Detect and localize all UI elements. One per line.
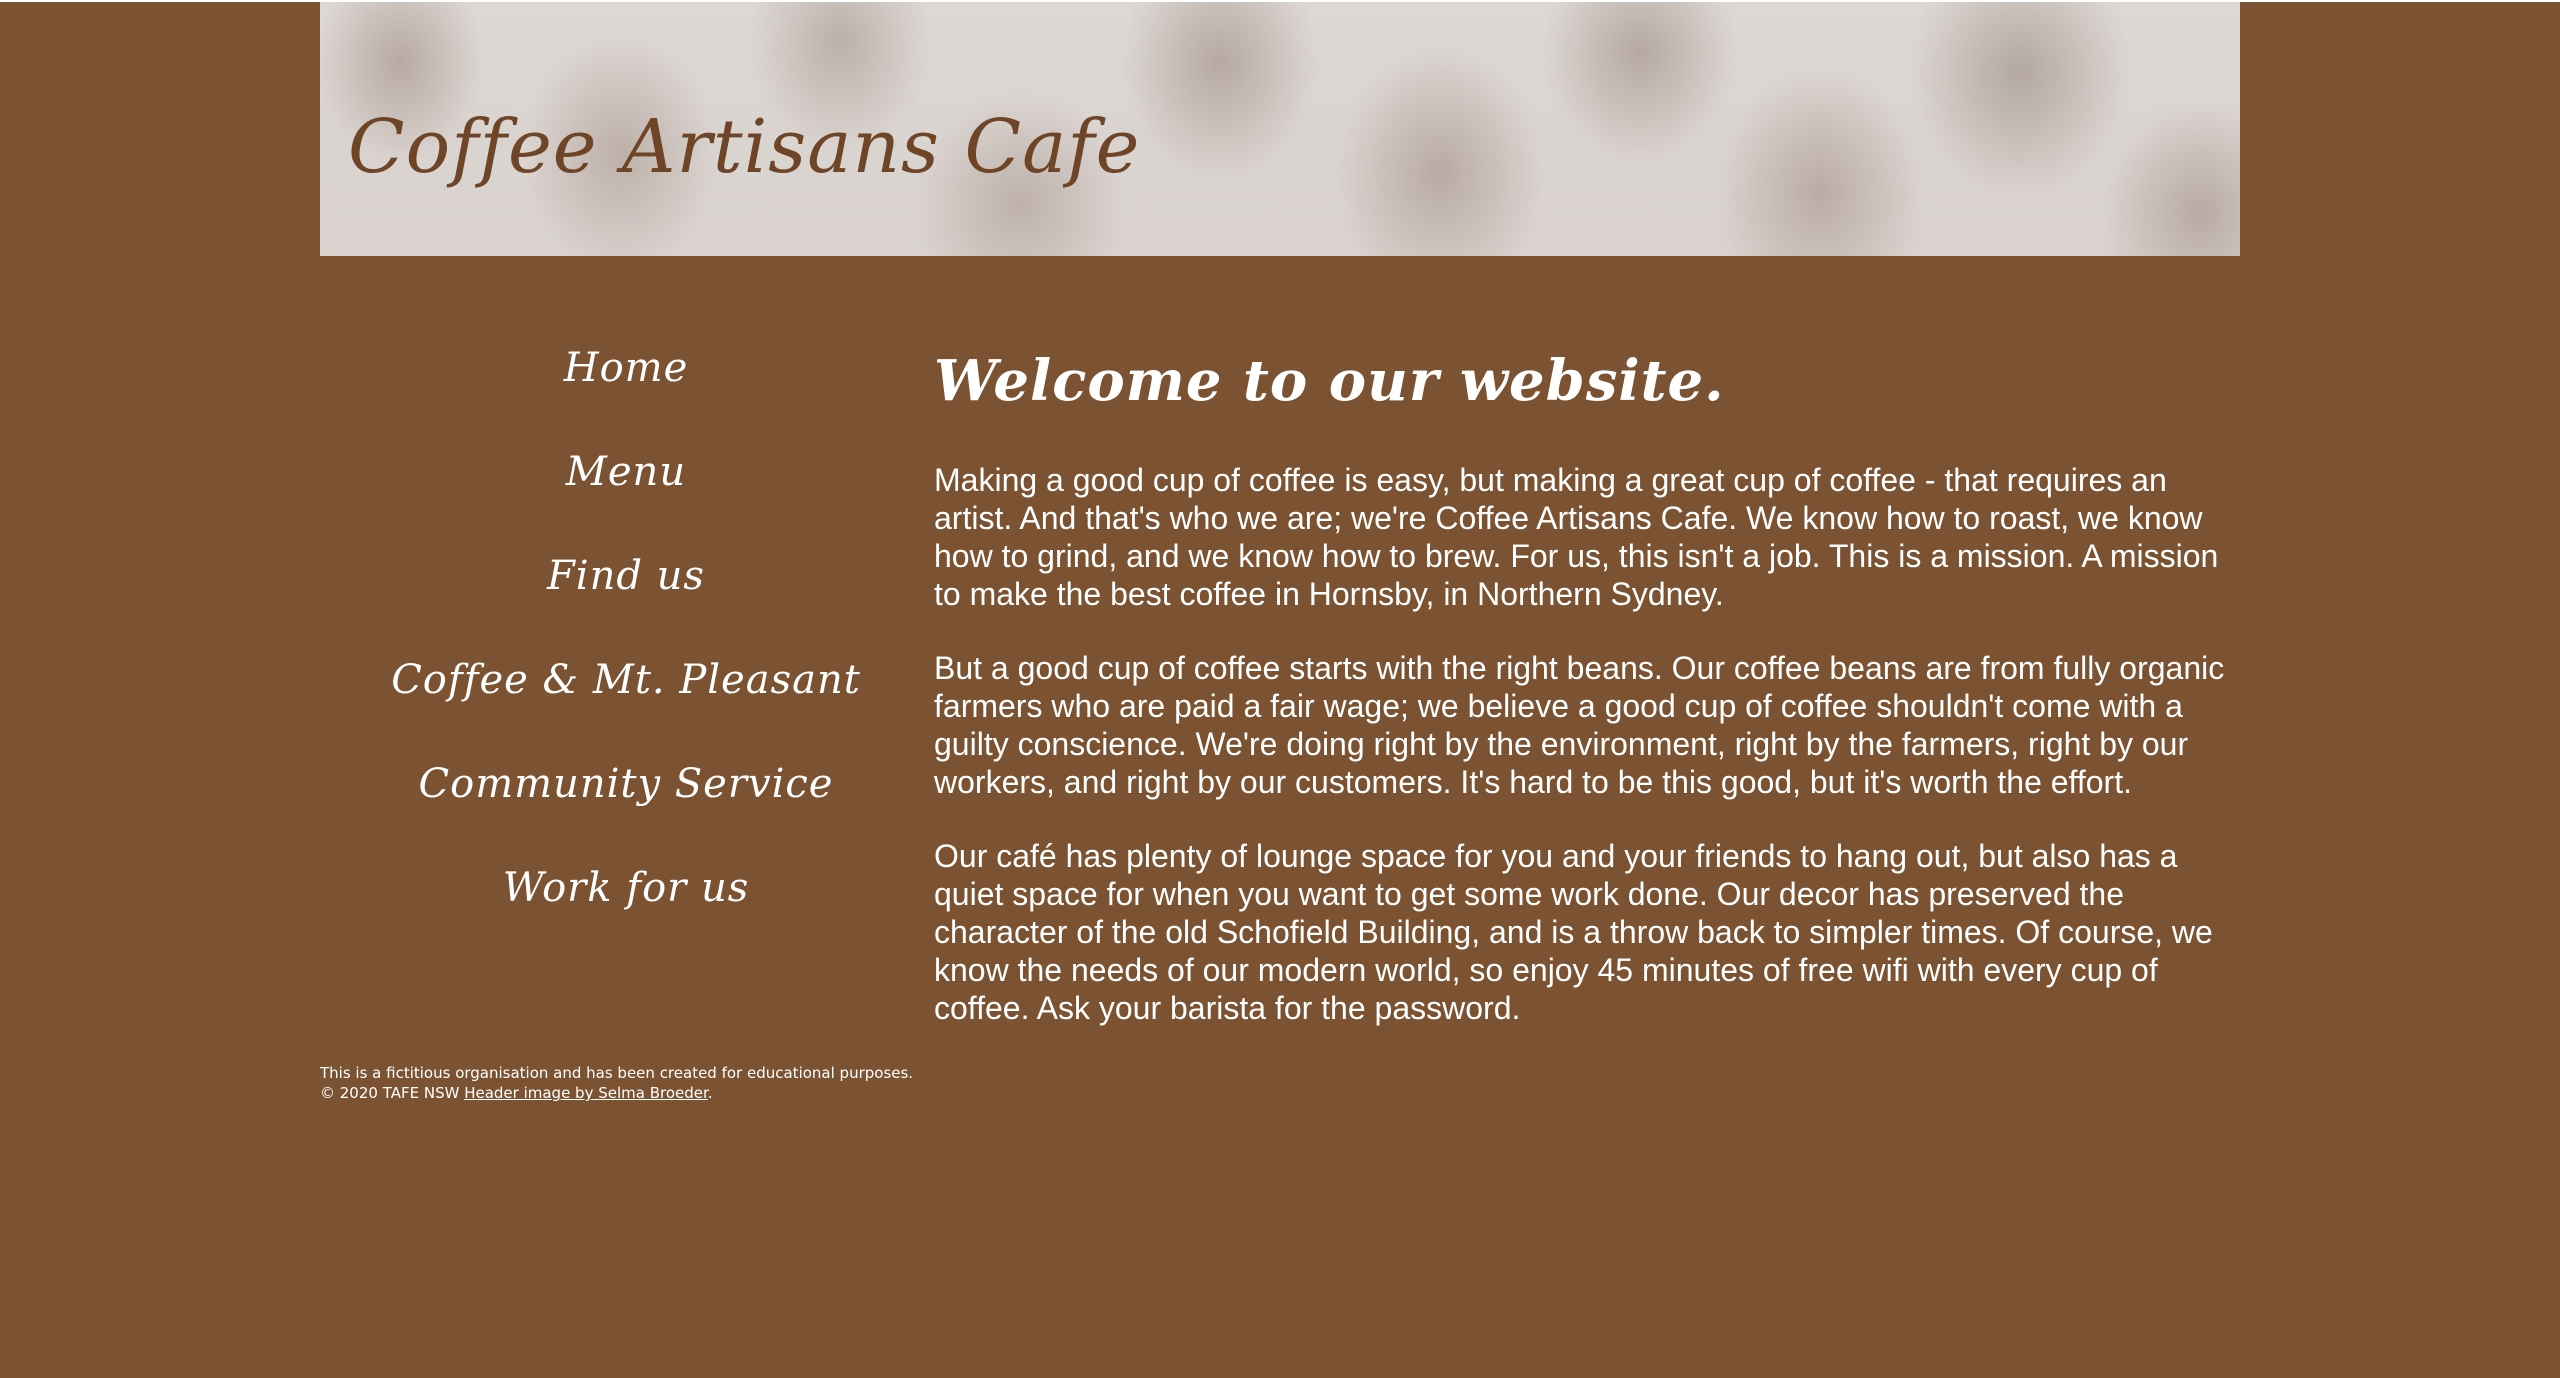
nav-item-community-service: Community Service: [320, 764, 932, 868]
image-credit-link[interactable]: Header image by Selma Broeder: [464, 1084, 708, 1102]
site-title: Coffee Artisans Cafe: [348, 104, 1141, 190]
cafe-paragraph: Our café has plenty of lounge space for …: [934, 837, 2213, 1026]
nav-link-community-service[interactable]: Community Service: [419, 764, 834, 804]
page-heading: Welcome to our website.: [934, 348, 1725, 414]
footer-period: .: [707, 1084, 713, 1102]
nav-link-work-for-us[interactable]: Work for us: [503, 868, 750, 908]
nav-item-work-for-us: Work for us: [320, 868, 932, 972]
nav-item-coffee-mt-pleasant: Coffee & Mt. Pleasant: [320, 660, 932, 764]
main-content: Welcome to our website. Making a good cu…: [934, 348, 2240, 1063]
footer-disclaimer: This is a fictitious organisation and ha…: [320, 1064, 914, 1082]
main-nav: Home Menu Find us Coffee & Mt. Pleasant …: [320, 348, 932, 972]
nav-item-find-us: Find us: [320, 556, 932, 660]
nav-link-coffee-mt-pleasant[interactable]: Coffee & Mt. Pleasant: [391, 660, 861, 700]
content-columns: Home Menu Find us Coffee & Mt. Pleasant …: [320, 256, 2240, 1036]
site-footer: This is a fictitious organisation and ha…: [320, 1063, 913, 1103]
nav-link-home[interactable]: Home: [564, 348, 689, 388]
nav-link-find-us[interactable]: Find us: [547, 556, 705, 596]
nav-item-menu: Menu: [320, 452, 932, 556]
page-wrapper: Coffee Artisans Cafe Home Menu Find us C…: [320, 2, 2240, 1036]
footer-copyright-line: © 2020 TAFE NSW Header image by Selma Br…: [320, 1083, 913, 1103]
beans-paragraph: But a good cup of coffee starts with the…: [934, 649, 2225, 800]
footer-copyright: © 2020 TAFE NSW: [320, 1084, 465, 1102]
nav-link-menu[interactable]: Menu: [566, 452, 686, 492]
nav-item-home: Home: [320, 348, 932, 452]
site-header: Coffee Artisans Cafe: [320, 2, 2240, 256]
intro-paragraph: Making a good cup of coffee is easy, but…: [934, 461, 2219, 612]
